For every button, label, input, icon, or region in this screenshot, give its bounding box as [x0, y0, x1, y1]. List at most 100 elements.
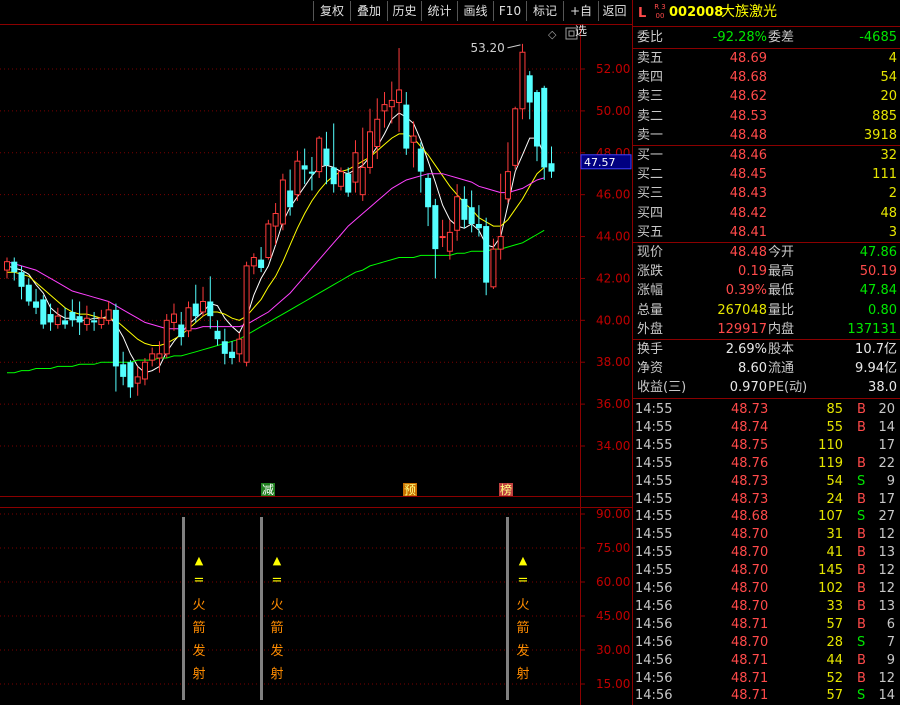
quote-row-label: 现价 — [637, 245, 664, 260]
ask-row: 卖四 48.68 54 — [635, 68, 900, 87]
candle-body-up — [54, 315, 61, 326]
ask-row: 卖五 48.69 4 — [635, 49, 900, 68]
candle-body-down — [417, 148, 424, 172]
candle-body-up — [134, 376, 141, 384]
signal-bar — [260, 517, 263, 700]
quote-row-label: 涨幅 — [637, 283, 664, 299]
signal-text-char: 射 — [270, 666, 283, 682]
candle — [526, 71, 533, 120]
candle — [229, 341, 236, 365]
toolbar-button-6[interactable]: 标记 — [526, 1, 563, 21]
candle-body-down — [214, 330, 221, 340]
event-marker-2[interactable]: 榜 — [500, 482, 512, 497]
candle-body-up — [236, 338, 243, 355]
tick-count: 12 — [878, 581, 895, 596]
market-badge: R 300 — [654, 3, 666, 20]
signal-text-char: 箭 — [192, 620, 205, 636]
candle — [76, 301, 83, 335]
tick-row: 14:56 48.71 57 S 14 — [635, 687, 899, 705]
candle-body-down — [258, 259, 265, 268]
fundamental-row-value2: 38.0 — [868, 380, 897, 396]
ask-row-label: 卖四 — [637, 70, 664, 86]
tick-time: 14:55 — [635, 455, 673, 471]
kline-chart[interactable]: 52.0050.0048.0046.0044.0042.0040.0038.00… — [0, 0, 632, 705]
price-tick-label: 44.00 — [596, 230, 630, 244]
tick-volume: 102 — [818, 581, 843, 596]
stock-header[interactable]: L R 300 002008 大族激光 — [635, 3, 900, 23]
quote-row: 总量 267048 量比 0.80 — [635, 301, 900, 320]
toolbar-button-5[interactable]: F10 — [493, 1, 526, 21]
toolbar-button-0[interactable]: 复权 — [313, 1, 350, 21]
candle — [439, 219, 446, 248]
weibi-row: 委比 -92.28% 委差 -4685 — [635, 28, 900, 47]
bid-row: 买一 48.46 32 — [635, 146, 900, 165]
fundamental-row-label: 收益(三) — [637, 380, 687, 396]
ask-row-label: 卖五 — [637, 51, 664, 66]
candle-body-down — [33, 301, 40, 308]
tick-side: B — [857, 563, 866, 579]
candle — [149, 347, 156, 367]
candle — [163, 314, 170, 359]
candle-body-down — [483, 226, 490, 283]
candle-body-down — [69, 311, 76, 321]
tick-price: 48.73 — [731, 491, 769, 507]
candle-body-up — [359, 166, 366, 196]
quote-row-value: 267048 — [717, 302, 767, 318]
candle-body-up — [185, 307, 192, 332]
fundamental-row-label: 净资 — [637, 361, 664, 377]
toolbar-button-3[interactable]: 统计 — [421, 1, 457, 21]
tick-volume: 107 — [818, 509, 843, 525]
ask-row-value2: 3918 — [863, 127, 897, 143]
candle — [47, 303, 54, 331]
candle-body-down — [91, 320, 98, 323]
tick-count: 22 — [878, 455, 895, 471]
weicha-label: 委差 — [768, 30, 795, 45]
candle — [396, 48, 403, 132]
toolbar-button-1[interactable]: 叠加 — [350, 1, 387, 21]
candle-body-down — [548, 163, 555, 172]
candle — [345, 167, 352, 197]
quote-row: 现价 48.48 今开 47.86 — [635, 243, 900, 262]
candle-body-down — [112, 309, 119, 367]
tick-volume: 57 — [826, 688, 843, 704]
candle-body-down — [301, 165, 308, 170]
tick-row: 14:56 48.71 44 B 9 — [635, 652, 899, 670]
chart-toolbar: 复权 叠加 历史 统计 画线 F10 标记 +自选 返回 — [0, 0, 630, 38]
quote-panel: L R 300 002008 大族激光 委比 -92.28% 委差 -4685 … — [632, 0, 900, 705]
candle-body-down — [120, 364, 127, 377]
candle-body-up — [163, 319, 170, 355]
candle-body-up — [512, 108, 519, 166]
diamond-icon[interactable]: ◇ — [548, 28, 557, 41]
candle-body-down — [25, 284, 32, 302]
toolbar-button-4[interactable]: 画线 — [457, 1, 493, 21]
tick-price: 48.70 — [731, 563, 769, 579]
ask-row: 卖三 48.62 20 — [635, 87, 900, 106]
toolbar-button-2[interactable]: 历史 — [387, 1, 421, 21]
candle — [83, 305, 90, 331]
tick-time: 14:56 — [635, 652, 673, 668]
candle-body-up — [504, 171, 511, 200]
toolbar-button-7[interactable]: +自选 — [563, 1, 598, 38]
ask-row-value2: 54 — [880, 70, 897, 86]
candle — [330, 123, 337, 193]
signal-text-char: 火 — [192, 598, 205, 613]
tick-time: 14:55 — [635, 473, 673, 489]
event-marker-1[interactable]: 预 — [404, 483, 416, 497]
candle — [207, 276, 214, 329]
tick-price: 48.73 — [731, 402, 769, 417]
candle-body-down — [207, 301, 214, 317]
quote-row-label2: 今开 — [768, 245, 795, 260]
candle — [11, 257, 18, 281]
bid-row-value: 48.41 — [729, 224, 767, 240]
indicator-tick-label: 75.00 — [596, 541, 630, 555]
bid-row-label: 买四 — [637, 205, 664, 221]
candle-body-up — [250, 257, 257, 267]
candle-body-up — [337, 171, 344, 187]
candle — [512, 106, 519, 170]
ask-row-value: 48.69 — [729, 51, 767, 66]
event-marker-0[interactable]: 减 — [262, 483, 274, 497]
candle-body-up — [4, 261, 10, 271]
toolbar-button-8[interactable]: 返回 — [598, 1, 630, 21]
fundamental-row: 换手 2.69% 股本 10.7亿 — [635, 340, 900, 359]
tick-time: 14:56 — [635, 598, 673, 614]
